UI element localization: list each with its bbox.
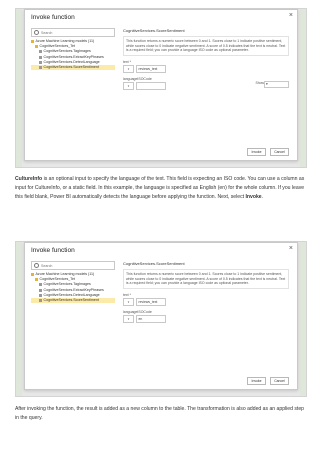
- dialog-title: Invoke function: [31, 247, 75, 254]
- function-icon: [39, 293, 42, 297]
- dialog-title: Invoke function: [31, 14, 75, 21]
- function-detail-pane: CognitiveServices.ScoreSentiment This fu…: [123, 261, 289, 375]
- folder-icon: [31, 273, 34, 277]
- language-field-label: languageISOCode: [123, 309, 152, 314]
- function-icon: [39, 299, 42, 303]
- folder-icon: [35, 45, 38, 49]
- close-icon[interactable]: ×: [289, 12, 293, 19]
- function-icon: [39, 60, 42, 64]
- function-description: This function returns a numeric score be…: [123, 269, 289, 289]
- invoke-function-dialog: Invoke function × Search Azure Machine L…: [24, 242, 298, 390]
- language-code-input[interactable]: en: [136, 314, 166, 323]
- invoke-button[interactable]: Invoke: [247, 148, 266, 156]
- text-column-select[interactable]: reviews_text: [136, 64, 166, 73]
- search-input[interactable]: Search: [31, 261, 115, 270]
- column-type-picker[interactable]: ▾: [123, 297, 134, 306]
- background-strip-left: [16, 9, 22, 167]
- background-strip-right: [300, 242, 306, 396]
- function-name: CognitiveServices.ScoreSentiment: [123, 28, 185, 33]
- screenshot-invoke-function-1: Invoke function × Search Azure Machine L…: [15, 8, 307, 168]
- background-strip-left: [16, 242, 22, 396]
- term-cultureinfo: CultureInfo: [15, 176, 43, 183]
- column-type-picker[interactable]: ▾: [123, 64, 134, 73]
- function-detail-pane: CognitiveServices.ScoreSentiment This fu…: [123, 28, 289, 146]
- language-type-picker[interactable]: ▾: [123, 314, 134, 323]
- search-icon: [34, 30, 39, 35]
- search-icon: [34, 263, 39, 268]
- function-icon: [39, 55, 42, 59]
- tree-item-selected[interactable]: CognitiveServices.ScoreSentiment: [31, 64, 115, 71]
- folder-icon: [35, 278, 38, 282]
- text-column-select[interactable]: reviews_text: [136, 297, 166, 306]
- function-tree-pane: Search Azure Machine Learning models (11…: [31, 261, 115, 304]
- function-icon: [39, 66, 42, 70]
- tree-item-selected[interactable]: CognitiveServices.ScoreSentiment: [31, 297, 115, 304]
- text-field-label: text *: [123, 59, 131, 64]
- tree-item-label: CognitiveServices.ScoreSentiment: [43, 64, 99, 69]
- invoke-button[interactable]: Invoke: [247, 377, 266, 385]
- function-icon: [39, 50, 42, 54]
- paragraph-cultureinfo: CultureInfo is an optional input to spec…: [15, 175, 306, 202]
- background-strip-right: [300, 9, 306, 167]
- paragraph-end: .: [261, 194, 264, 201]
- function-icon: [39, 283, 42, 287]
- close-icon[interactable]: ×: [289, 245, 293, 252]
- cancel-button[interactable]: Cancel: [270, 377, 289, 385]
- invoke-function-dialog: Invoke function × Search Azure Machine L…: [24, 9, 298, 161]
- text-field-label: text *: [123, 292, 131, 297]
- function-description: This function returns a numeric score be…: [123, 36, 289, 56]
- search-input[interactable]: Search: [31, 28, 115, 37]
- search-placeholder: Search: [41, 30, 53, 35]
- paragraph-result: After invoking the function, the result …: [15, 406, 305, 422]
- search-placeholder: Search: [41, 263, 53, 268]
- language-code-input[interactable]: [136, 81, 166, 90]
- function-name: CognitiveServices.ScoreSentiment: [123, 261, 185, 266]
- term-invoke: Invoke: [245, 194, 262, 201]
- screenshot-invoke-function-2: Invoke function × Search Azure Machine L…: [15, 241, 307, 397]
- tree-item-label: CognitiveServices.ScoreSentiment: [43, 297, 99, 302]
- folder-icon: [31, 40, 34, 44]
- cancel-button[interactable]: Cancel: [270, 148, 289, 156]
- function-icon: [39, 288, 42, 292]
- function-tree-pane: Search Azure Machine Learning models (11…: [31, 28, 115, 71]
- language-type-picker[interactable]: ▾: [123, 81, 134, 90]
- show-dropdown[interactable]: ▾: [263, 81, 289, 88]
